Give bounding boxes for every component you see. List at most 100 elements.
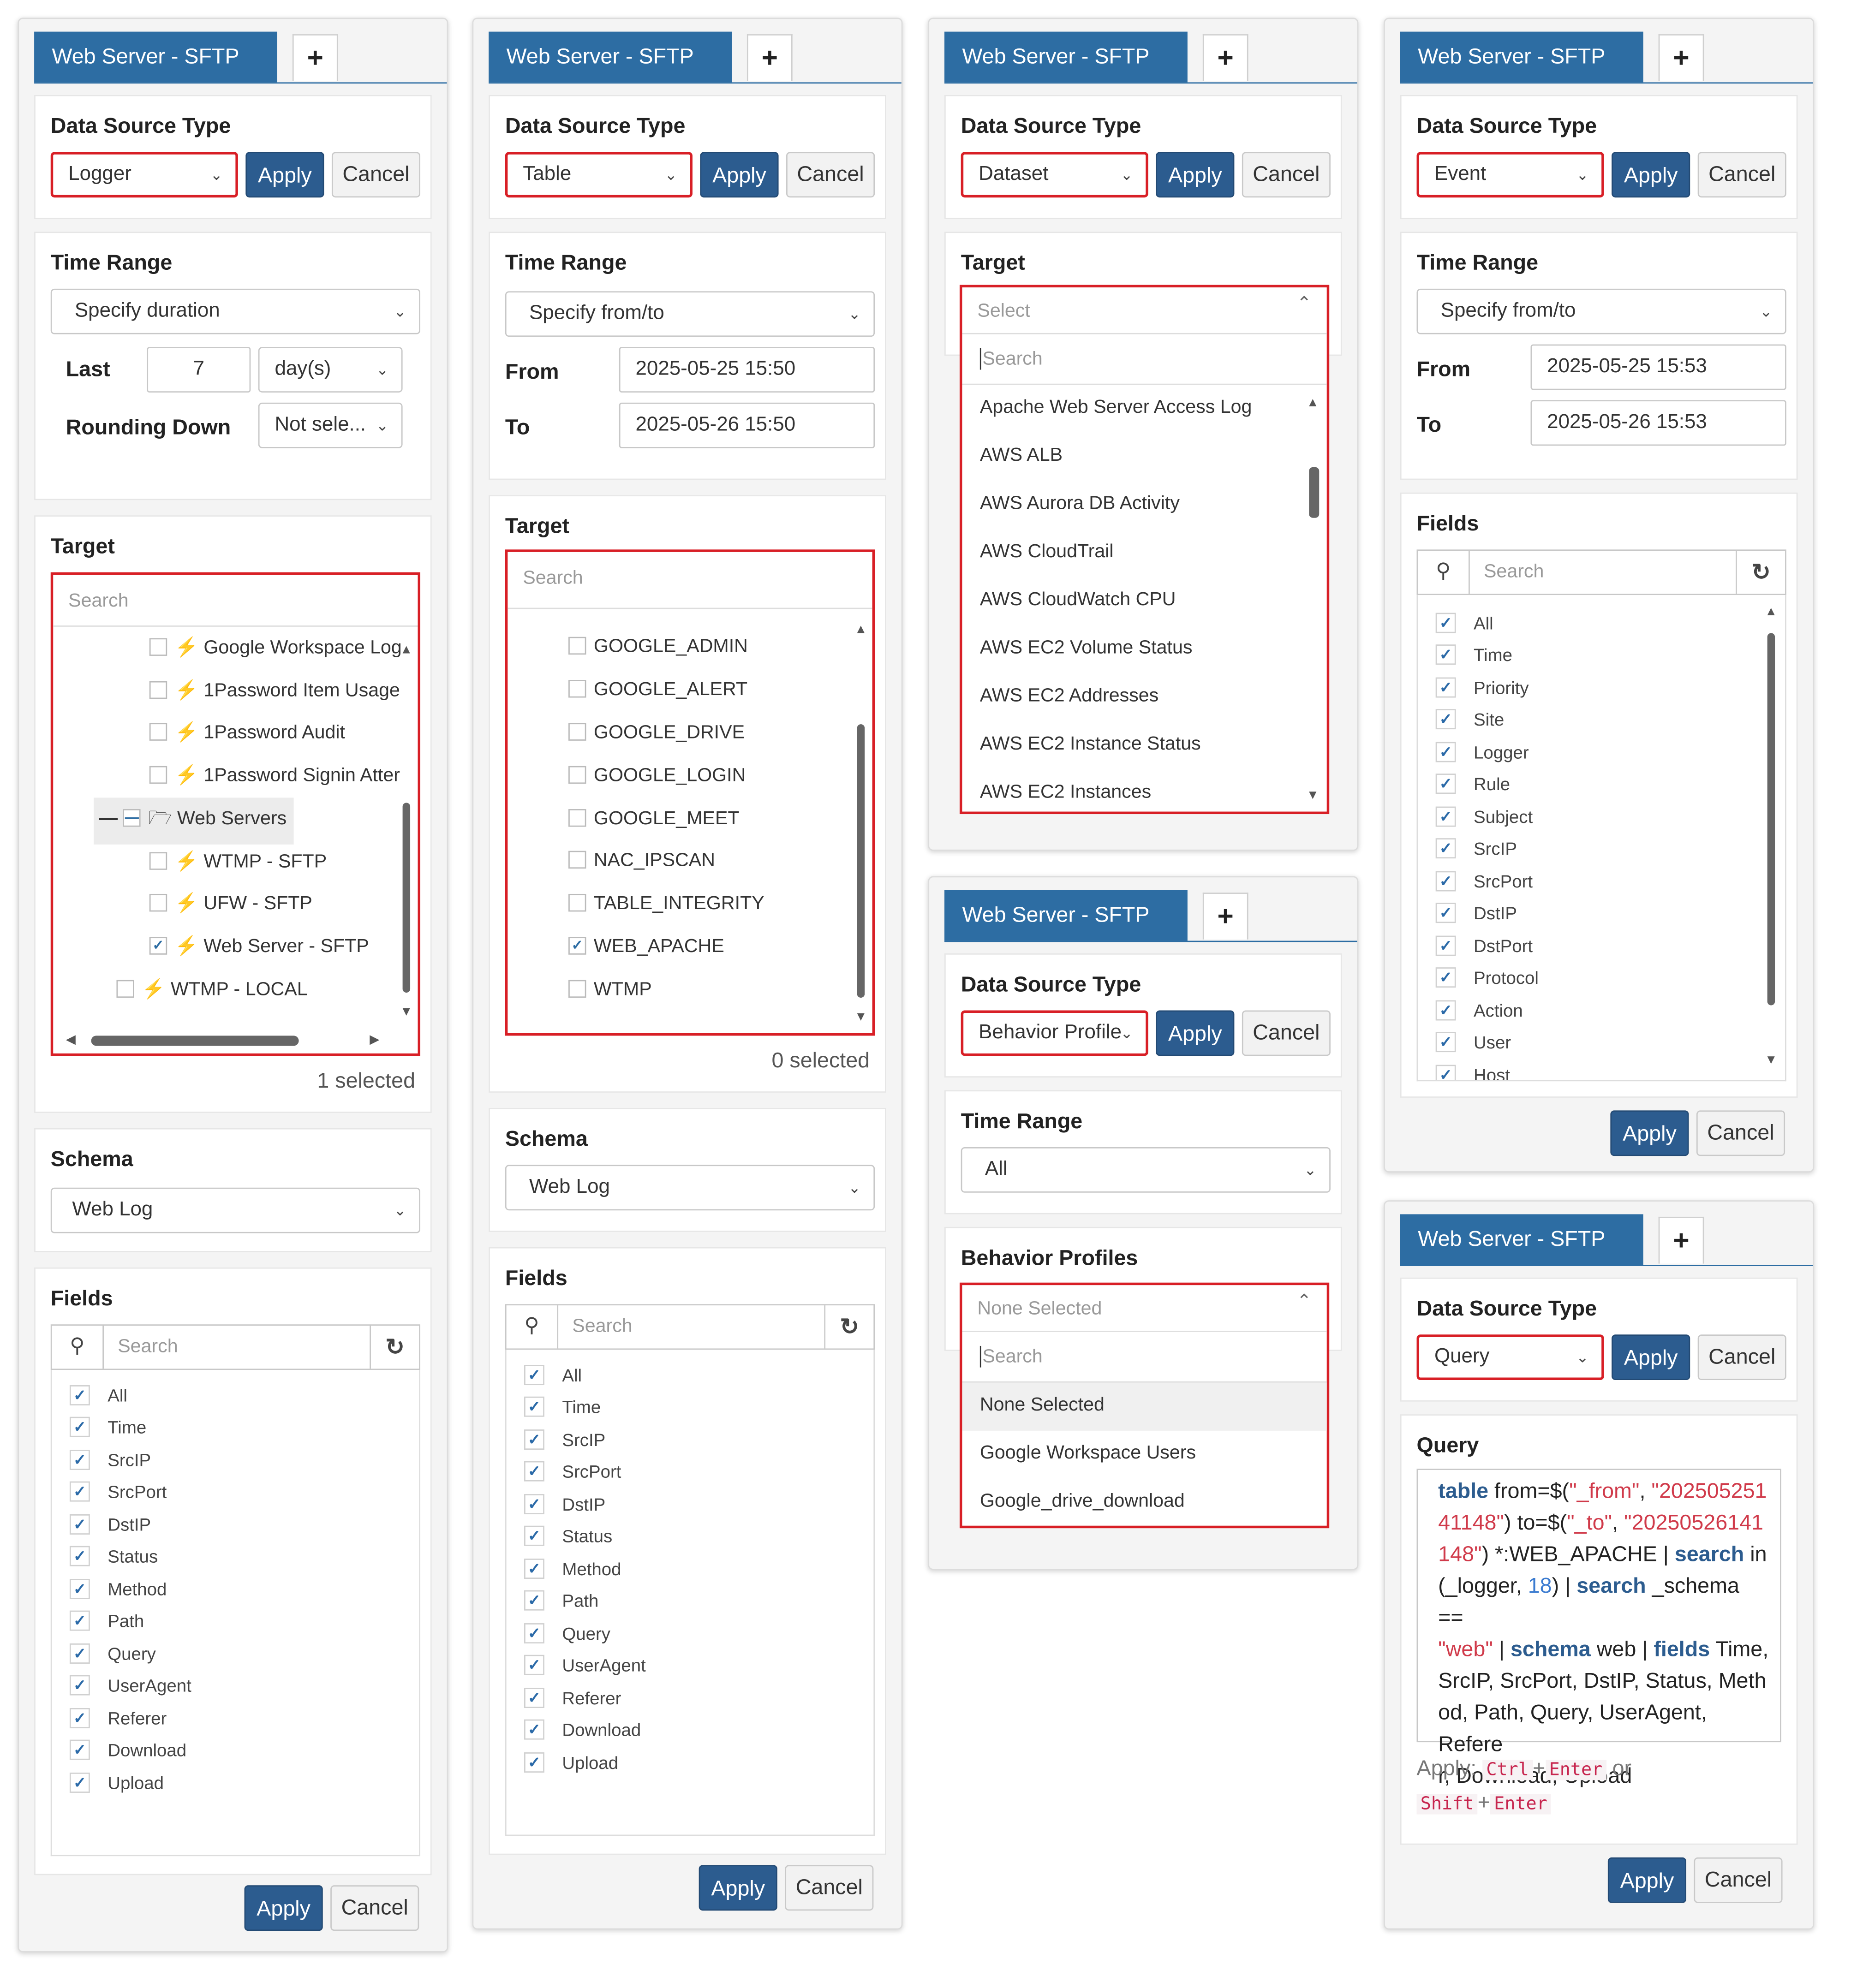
checkbox-checked[interactable]: ✓ bbox=[524, 1655, 544, 1676]
list-item[interactable]: AWS Aurora DB Activity bbox=[980, 493, 1180, 514]
checkbox[interactable] bbox=[149, 638, 167, 656]
checkbox-checked[interactable]: ✓ bbox=[1435, 678, 1456, 698]
chevron-up-icon[interactable]: ⌃ bbox=[1297, 1290, 1312, 1312]
apply-button[interactable]: Apply bbox=[1612, 1334, 1690, 1381]
field-item[interactable]: ✓ SrcIP bbox=[524, 1429, 605, 1451]
field-item[interactable]: ✓ Method bbox=[69, 1579, 167, 1601]
checkbox[interactable] bbox=[149, 894, 167, 912]
data-source-select[interactable]: Logger ⌄ bbox=[50, 152, 238, 198]
checkbox-checked[interactable]: ✓ bbox=[69, 1417, 90, 1438]
field-item[interactable]: ✓ DstIP bbox=[1435, 903, 1517, 924]
checkbox-checked[interactable]: ✓ bbox=[69, 1450, 90, 1470]
field-item[interactable]: ✓ UserAgent bbox=[69, 1675, 191, 1697]
field-item[interactable]: ✓ Download bbox=[69, 1740, 186, 1762]
checkbox-checked[interactable]: ✓ bbox=[69, 1643, 90, 1664]
field-item[interactable]: ✓ UserAgent bbox=[524, 1655, 646, 1677]
checkbox[interactable] bbox=[568, 637, 586, 655]
field-item[interactable]: ✓ Path bbox=[69, 1611, 144, 1632]
cancel-button[interactable]: Cancel bbox=[331, 152, 421, 198]
tree-item[interactable]: ⚡ 1Password Audit bbox=[149, 720, 345, 743]
field-item[interactable]: ✓ DstIP bbox=[524, 1494, 605, 1516]
target-tree[interactable]: Search GOOGLE_ADMIN GOOGLE_ALERT GOOGLE_… bbox=[505, 549, 875, 1036]
checkbox-checked[interactable]: ✓ bbox=[524, 1752, 544, 1773]
scroll-down-icon[interactable]: ▼ bbox=[400, 1006, 412, 1019]
tab-web-server-sftp[interactable]: Web Server - SFTP bbox=[944, 31, 1188, 83]
checkbox-checked[interactable]: ✓ bbox=[524, 1720, 544, 1740]
refresh-icon[interactable]: ↻ bbox=[824, 1305, 873, 1349]
list-item[interactable]: Google Workspace Users bbox=[980, 1442, 1196, 1464]
tree-item[interactable]: TABLE_INTEGRITY bbox=[568, 893, 764, 914]
tree-item[interactable]: ⚡ WTMP - SFTP bbox=[149, 850, 327, 872]
tree-item[interactable]: GOOGLE_LOGIN bbox=[568, 765, 746, 786]
checkbox-checked[interactable]: ✓ bbox=[1435, 839, 1456, 859]
target-search-input[interactable]: Search bbox=[523, 567, 583, 589]
checkbox-checked[interactable]: ✓ bbox=[1435, 709, 1456, 730]
field-item[interactable]: ✓ Status bbox=[69, 1546, 158, 1568]
field-item[interactable]: ✓ Upload bbox=[69, 1773, 164, 1794]
checkbox-checked[interactable]: ✓ bbox=[1435, 936, 1456, 957]
target-tree[interactable]: Search ⚡ Google Workspace Log ⚡ 1Passwor… bbox=[50, 572, 421, 1056]
apply-button[interactable]: Apply bbox=[1612, 152, 1690, 198]
checkbox[interactable] bbox=[149, 723, 167, 741]
field-item[interactable]: ✓ Query bbox=[69, 1643, 156, 1665]
list-item[interactable]: AWS EC2 Addresses bbox=[980, 685, 1158, 707]
scroll-down-icon[interactable]: ▼ bbox=[854, 1011, 867, 1024]
target-search-input[interactable]: Search bbox=[68, 590, 128, 612]
field-item[interactable]: ✓ Protocol bbox=[1435, 967, 1539, 989]
target-select[interactable]: Select bbox=[977, 300, 1030, 322]
apply-button[interactable]: Apply bbox=[1156, 152, 1235, 198]
behavior-profiles-dropdown[interactable]: None Selected ⌃ Search None Selected Goo… bbox=[959, 1282, 1330, 1529]
apply-button[interactable]: Apply bbox=[1610, 1110, 1689, 1156]
checkbox-checked[interactable]: ✓ bbox=[69, 1514, 90, 1535]
checkbox-checked[interactable]: ✓ bbox=[1435, 1065, 1456, 1080]
field-item[interactable]: ✓ Status bbox=[524, 1526, 612, 1548]
checkbox[interactable] bbox=[116, 980, 134, 998]
add-tab-button[interactable]: + bbox=[1202, 893, 1248, 940]
fields-search[interactable]: ⚲ Search ↻ bbox=[1416, 549, 1786, 595]
fields-search-input[interactable]: Search bbox=[572, 1305, 632, 1348]
vertical-scrollbar[interactable] bbox=[1309, 467, 1320, 518]
collapse-icon[interactable]: — bbox=[99, 808, 118, 829]
duration-unit-select[interactable]: day(s) ⌄ bbox=[258, 347, 403, 393]
dropdown-search-input[interactable]: Search bbox=[979, 348, 1043, 370]
checkbox-checked[interactable]: ✓ bbox=[524, 1365, 544, 1386]
tab-web-server-sftp[interactable]: Web Server - SFTP bbox=[1400, 1214, 1643, 1265]
tree-item[interactable]: ⚡ Google Workspace Log bbox=[149, 636, 402, 658]
field-item[interactable]: ✓ Site bbox=[1435, 709, 1504, 731]
field-item[interactable]: ✓ DstIP bbox=[69, 1514, 151, 1536]
field-item[interactable]: ✓ Path bbox=[524, 1590, 598, 1612]
tab-web-server-sftp[interactable]: Web Server - SFTP bbox=[34, 31, 277, 83]
field-item[interactable]: ✓ Method bbox=[524, 1559, 621, 1580]
scroll-up-icon[interactable]: ▲ bbox=[400, 643, 412, 657]
chevron-up-icon[interactable]: ⌃ bbox=[1297, 292, 1312, 314]
scroll-left-icon[interactable]: ◀ bbox=[66, 1033, 76, 1047]
cancel-button[interactable]: Cancel bbox=[1242, 1010, 1331, 1056]
from-input[interactable]: 2025-05-25 15:53 bbox=[1530, 344, 1786, 390]
checkbox[interactable] bbox=[568, 809, 586, 827]
vertical-scrollbar[interactable] bbox=[402, 803, 411, 993]
cancel-button[interactable]: Cancel bbox=[330, 1885, 419, 1931]
tree-item[interactable]: GOOGLE_DRIVE bbox=[568, 722, 745, 743]
checkbox-checked[interactable]: ✓ bbox=[1435, 871, 1456, 892]
scroll-right-icon[interactable]: ▶ bbox=[370, 1033, 379, 1047]
cancel-button[interactable]: Cancel bbox=[1697, 152, 1786, 198]
cancel-button[interactable]: Cancel bbox=[1696, 1110, 1785, 1156]
add-tab-button[interactable]: + bbox=[746, 34, 793, 81]
cancel-button[interactable]: Cancel bbox=[785, 1865, 874, 1911]
field-item[interactable]: ✓ Download bbox=[524, 1720, 641, 1741]
list-item[interactable]: AWS EC2 Instances bbox=[980, 781, 1151, 803]
tree-folder-web-servers[interactable]: — — 🗁 Web Servers bbox=[94, 798, 294, 845]
checkbox-checked[interactable]: ✓ bbox=[524, 1461, 544, 1482]
add-tab-button[interactable]: + bbox=[292, 34, 338, 81]
checkbox-checked[interactable]: ✓ bbox=[568, 937, 586, 955]
fields-search[interactable]: ⚲ Search ↻ bbox=[505, 1304, 875, 1350]
cancel-button[interactable]: Cancel bbox=[1694, 1857, 1783, 1903]
checkbox-checked[interactable]: ✓ bbox=[524, 1623, 544, 1644]
tab-web-server-sftp[interactable]: Web Server - SFTP bbox=[489, 31, 732, 83]
data-source-select[interactable]: Query ⌄ bbox=[1416, 1334, 1604, 1381]
checkbox-checked[interactable]: ✓ bbox=[524, 1397, 544, 1417]
target-dropdown[interactable]: Select ⌃ Search Apache Web Server Access… bbox=[959, 285, 1330, 815]
to-input[interactable]: 2025-05-26 15:53 bbox=[1530, 400, 1786, 446]
time-range-select[interactable]: Specify from/to ⌄ bbox=[505, 291, 875, 337]
time-range-select[interactable]: Specify from/to ⌄ bbox=[1416, 288, 1786, 334]
